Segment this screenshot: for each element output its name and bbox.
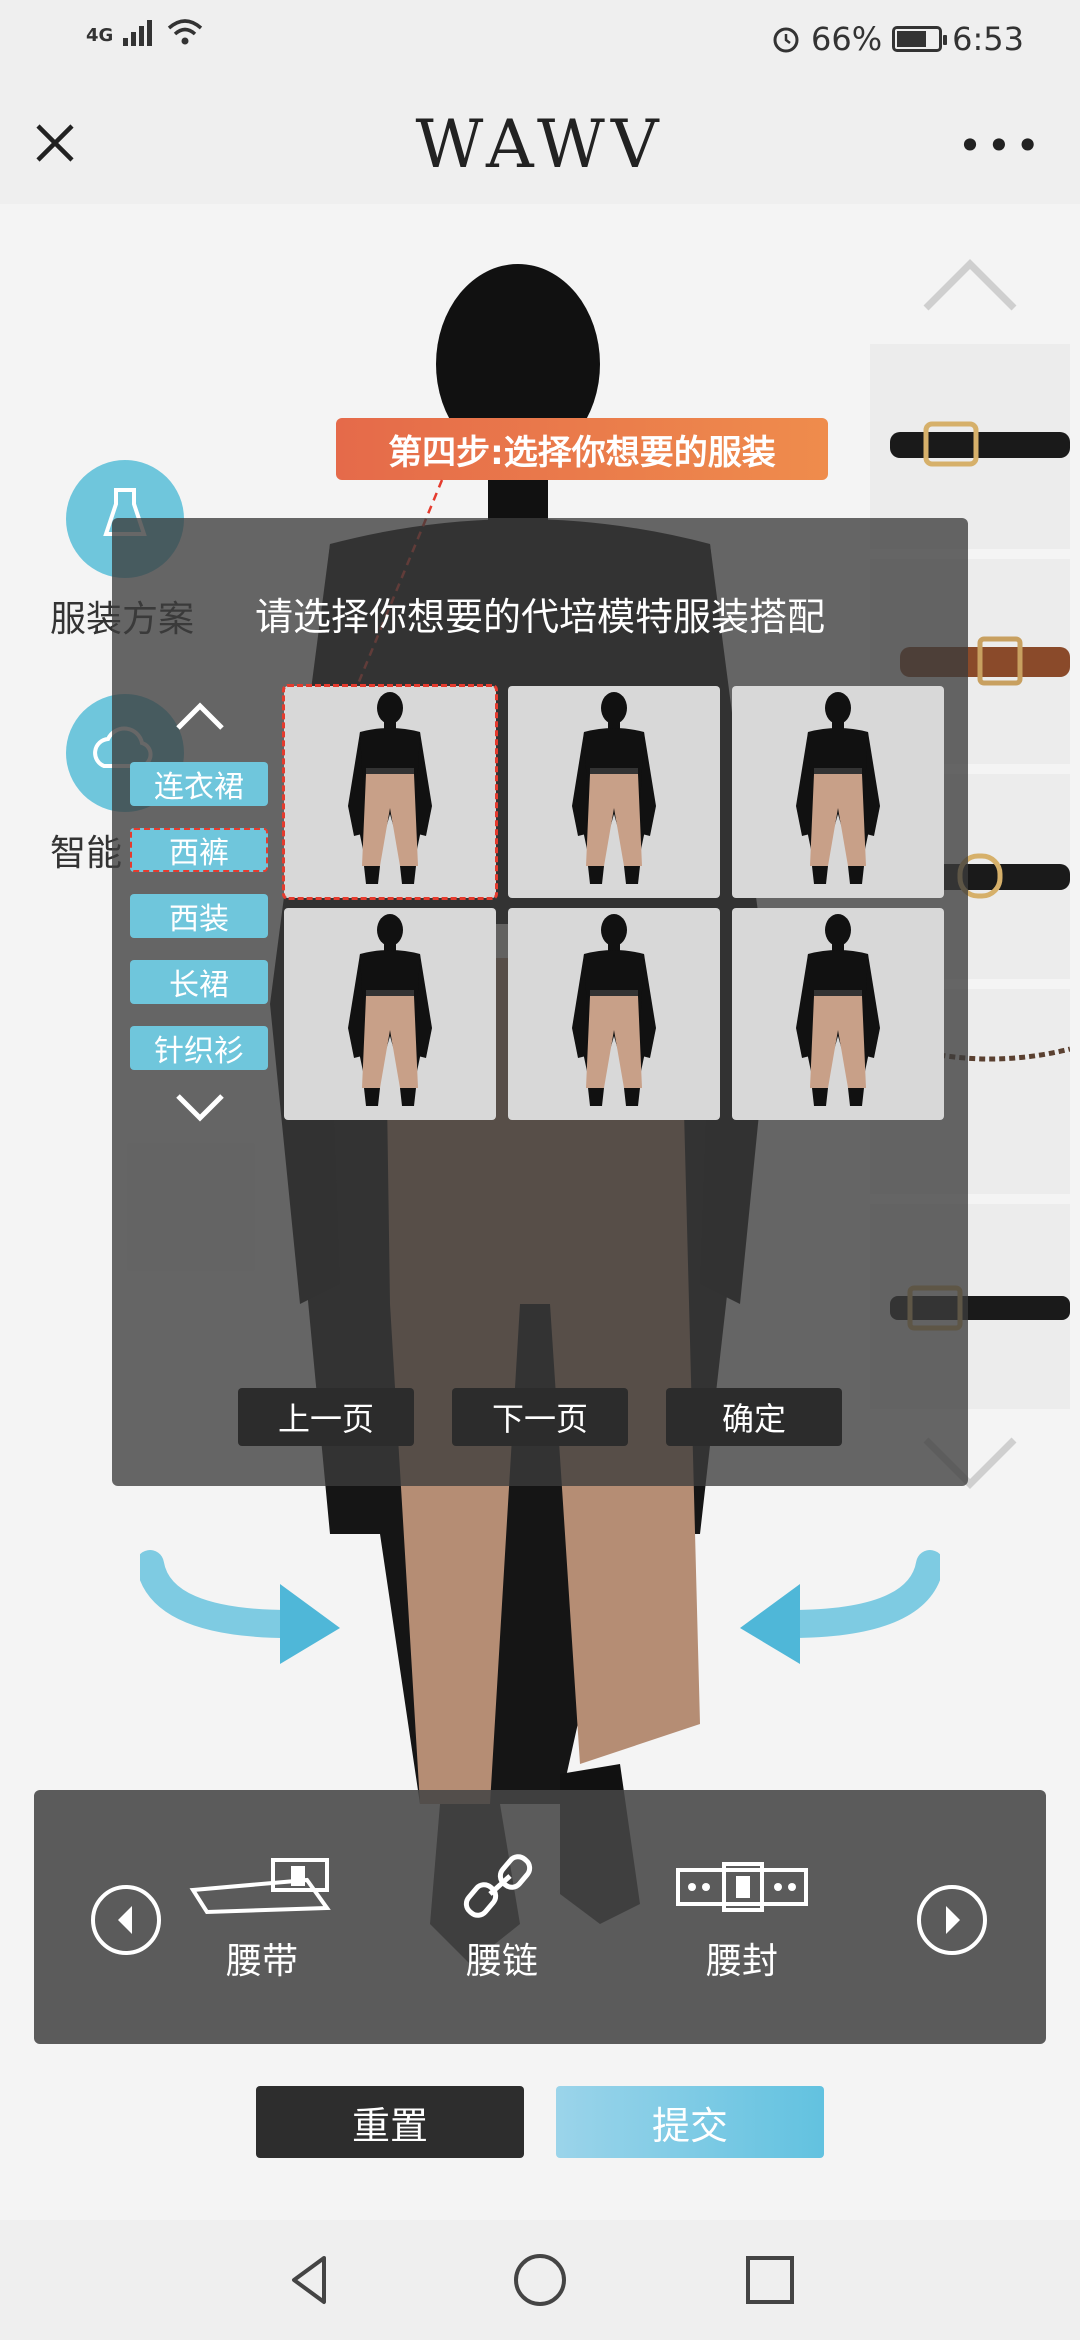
- category-dress[interactable]: 连衣裙: [130, 762, 268, 806]
- prev-page-button[interactable]: 上一页: [238, 1388, 414, 1446]
- clock: 6:53: [952, 20, 1024, 58]
- reset-button[interactable]: 重置: [256, 2086, 524, 2158]
- accessory-waist-seal[interactable]: 腰封: [662, 1850, 822, 1984]
- outfit-card[interactable]: [284, 908, 496, 1120]
- modal-title: 请选择你想要的代培模特服装搭配: [254, 595, 825, 639]
- outfit-picker-modal: 请选择你想要的代培模特服装搭配 连衣裙 西裤 西装 长裙 针织衫 上一页 下一页…: [112, 518, 968, 1486]
- rotate-left-icon[interactable]: [140, 1524, 340, 1664]
- accessory-belt-label: 腰带: [225, 1941, 298, 1982]
- accessory-chain[interactable]: 腰链: [422, 1850, 582, 1984]
- status-bar: 4G 66% 6:53: [0, 0, 1080, 80]
- outfit-figure: [348, 692, 432, 884]
- category-knitwear[interactable]: 针织衫: [130, 1026, 268, 1070]
- outfit-figure: [796, 914, 880, 1106]
- belt-icon: [189, 1858, 331, 1915]
- brand-title: WAWV: [415, 106, 665, 183]
- outfit-grid: [282, 684, 946, 1120]
- rotate-right-icon[interactable]: [740, 1524, 940, 1664]
- category-suit[interactable]: 西装: [130, 894, 268, 938]
- thumbs-up-arrow-icon[interactable]: [920, 254, 1020, 314]
- outfit-figure: [796, 692, 880, 884]
- outfit-card[interactable]: [508, 908, 720, 1120]
- recent-apps-icon[interactable]: [740, 2250, 800, 2310]
- category-trousers[interactable]: 西裤: [130, 828, 268, 872]
- next-page-button[interactable]: 下一页: [452, 1388, 628, 1446]
- app-header: WAWV •••: [0, 80, 1080, 204]
- accessory-bar: 腰带 腰链 腰封: [34, 1790, 1046, 2044]
- accessory-belt[interactable]: 腰带: [182, 1850, 342, 1984]
- outfit-card[interactable]: [508, 686, 720, 898]
- more-icon[interactable]: •••: [958, 125, 1044, 167]
- outfit-card[interactable]: [732, 686, 944, 898]
- waist-seal-icon: [676, 1862, 808, 1912]
- outfit-card[interactable]: [732, 908, 944, 1120]
- home-icon[interactable]: [510, 2250, 570, 2310]
- signal-icon: [123, 20, 153, 46]
- category-up-icon[interactable]: [172, 698, 228, 734]
- battery-icon: [892, 26, 948, 52]
- back-icon[interactable]: [280, 2250, 340, 2310]
- outfit-card[interactable]: [282, 684, 498, 900]
- accessory-waist-seal-label: 腰封: [705, 1941, 778, 1982]
- alarm-icon: [773, 27, 799, 53]
- battery-percent: 66%: [811, 20, 883, 58]
- category-long-skirt[interactable]: 长裙: [130, 960, 268, 1004]
- outfit-figure: [348, 914, 432, 1106]
- chain-icon: [463, 1854, 533, 1918]
- confirm-button[interactable]: 确定: [666, 1388, 842, 1446]
- outfit-figure: [572, 692, 656, 884]
- accessory-chain-label: 腰链: [465, 1941, 538, 1982]
- outfit-figure: [572, 914, 656, 1106]
- accessory-next-icon[interactable]: [916, 1884, 988, 1956]
- status-right: 66% 6:53: [771, 20, 1024, 58]
- submit-button[interactable]: 提交: [556, 2086, 824, 2158]
- status-left: 4G: [86, 18, 203, 46]
- wifi-icon: [168, 19, 203, 45]
- category-down-icon[interactable]: [172, 1090, 228, 1126]
- network-label: 4G: [86, 25, 114, 46]
- step-banner: 第四步:选择你想要的服装: [336, 418, 828, 480]
- category-list: 连衣裙 西裤 西装 长裙 针织衫: [130, 762, 270, 1092]
- system-nav-bar: [0, 2220, 1080, 2340]
- accessory-prev-icon[interactable]: [90, 1884, 162, 1956]
